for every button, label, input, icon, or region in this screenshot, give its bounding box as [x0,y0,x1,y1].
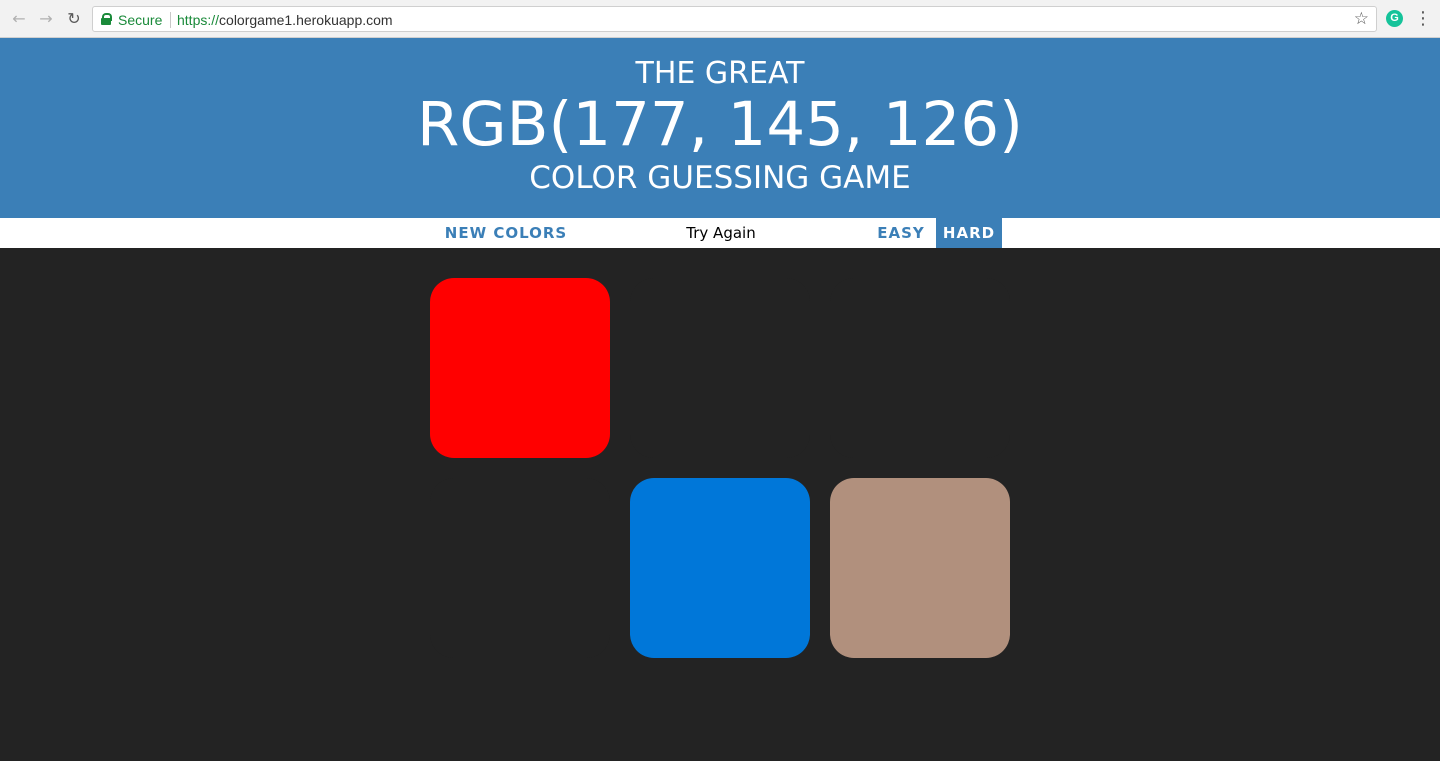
kebab-menu-icon[interactable]: ⋮ [1414,8,1432,30]
grammarly-extension-icon[interactable]: G [1386,10,1403,27]
easy-mode-button[interactable]: EASY [868,218,934,248]
hard-mode-button[interactable]: HARD [936,218,1002,248]
forward-arrow-icon[interactable]: → [35,8,57,30]
url-text[interactable]: https://colorgame1.herokuapp.com [177,12,393,28]
color-square[interactable] [630,278,810,458]
lock-icon [101,13,112,25]
controls-strip: NEW COLORS Try Again EASY HARD [0,218,1440,248]
header-line3: COLOR GUESSING GAME [529,160,911,196]
reload-icon[interactable]: ↻ [63,8,85,30]
color-square[interactable] [830,278,1010,458]
back-arrow-icon[interactable]: ← [8,8,30,30]
color-square[interactable] [430,278,610,458]
color-square[interactable] [830,478,1010,658]
url-separator [170,12,171,28]
header-line1: THE GREAT [635,56,805,91]
status-message: Try Again [686,224,756,242]
url-host: colorgame1.herokuapp.com [219,12,393,28]
url-scheme: https:// [177,12,220,28]
target-color-display: RGB(177, 145, 126) [417,89,1023,160]
color-square[interactable] [630,478,810,658]
secure-label: Secure [118,12,163,28]
star-icon[interactable]: ☆ [1354,9,1369,29]
game-header: THE GREAT RGB(177, 145, 126) COLOR GUESS… [0,38,1440,218]
color-square[interactable] [430,478,610,658]
new-colors-button[interactable]: NEW COLORS [436,218,576,248]
address-bar[interactable]: Secure https://colorgame1.herokuapp.com … [92,6,1377,32]
browser-toolbar: ← → ↻ Secure https://colorgame1.herokuap… [0,0,1440,38]
